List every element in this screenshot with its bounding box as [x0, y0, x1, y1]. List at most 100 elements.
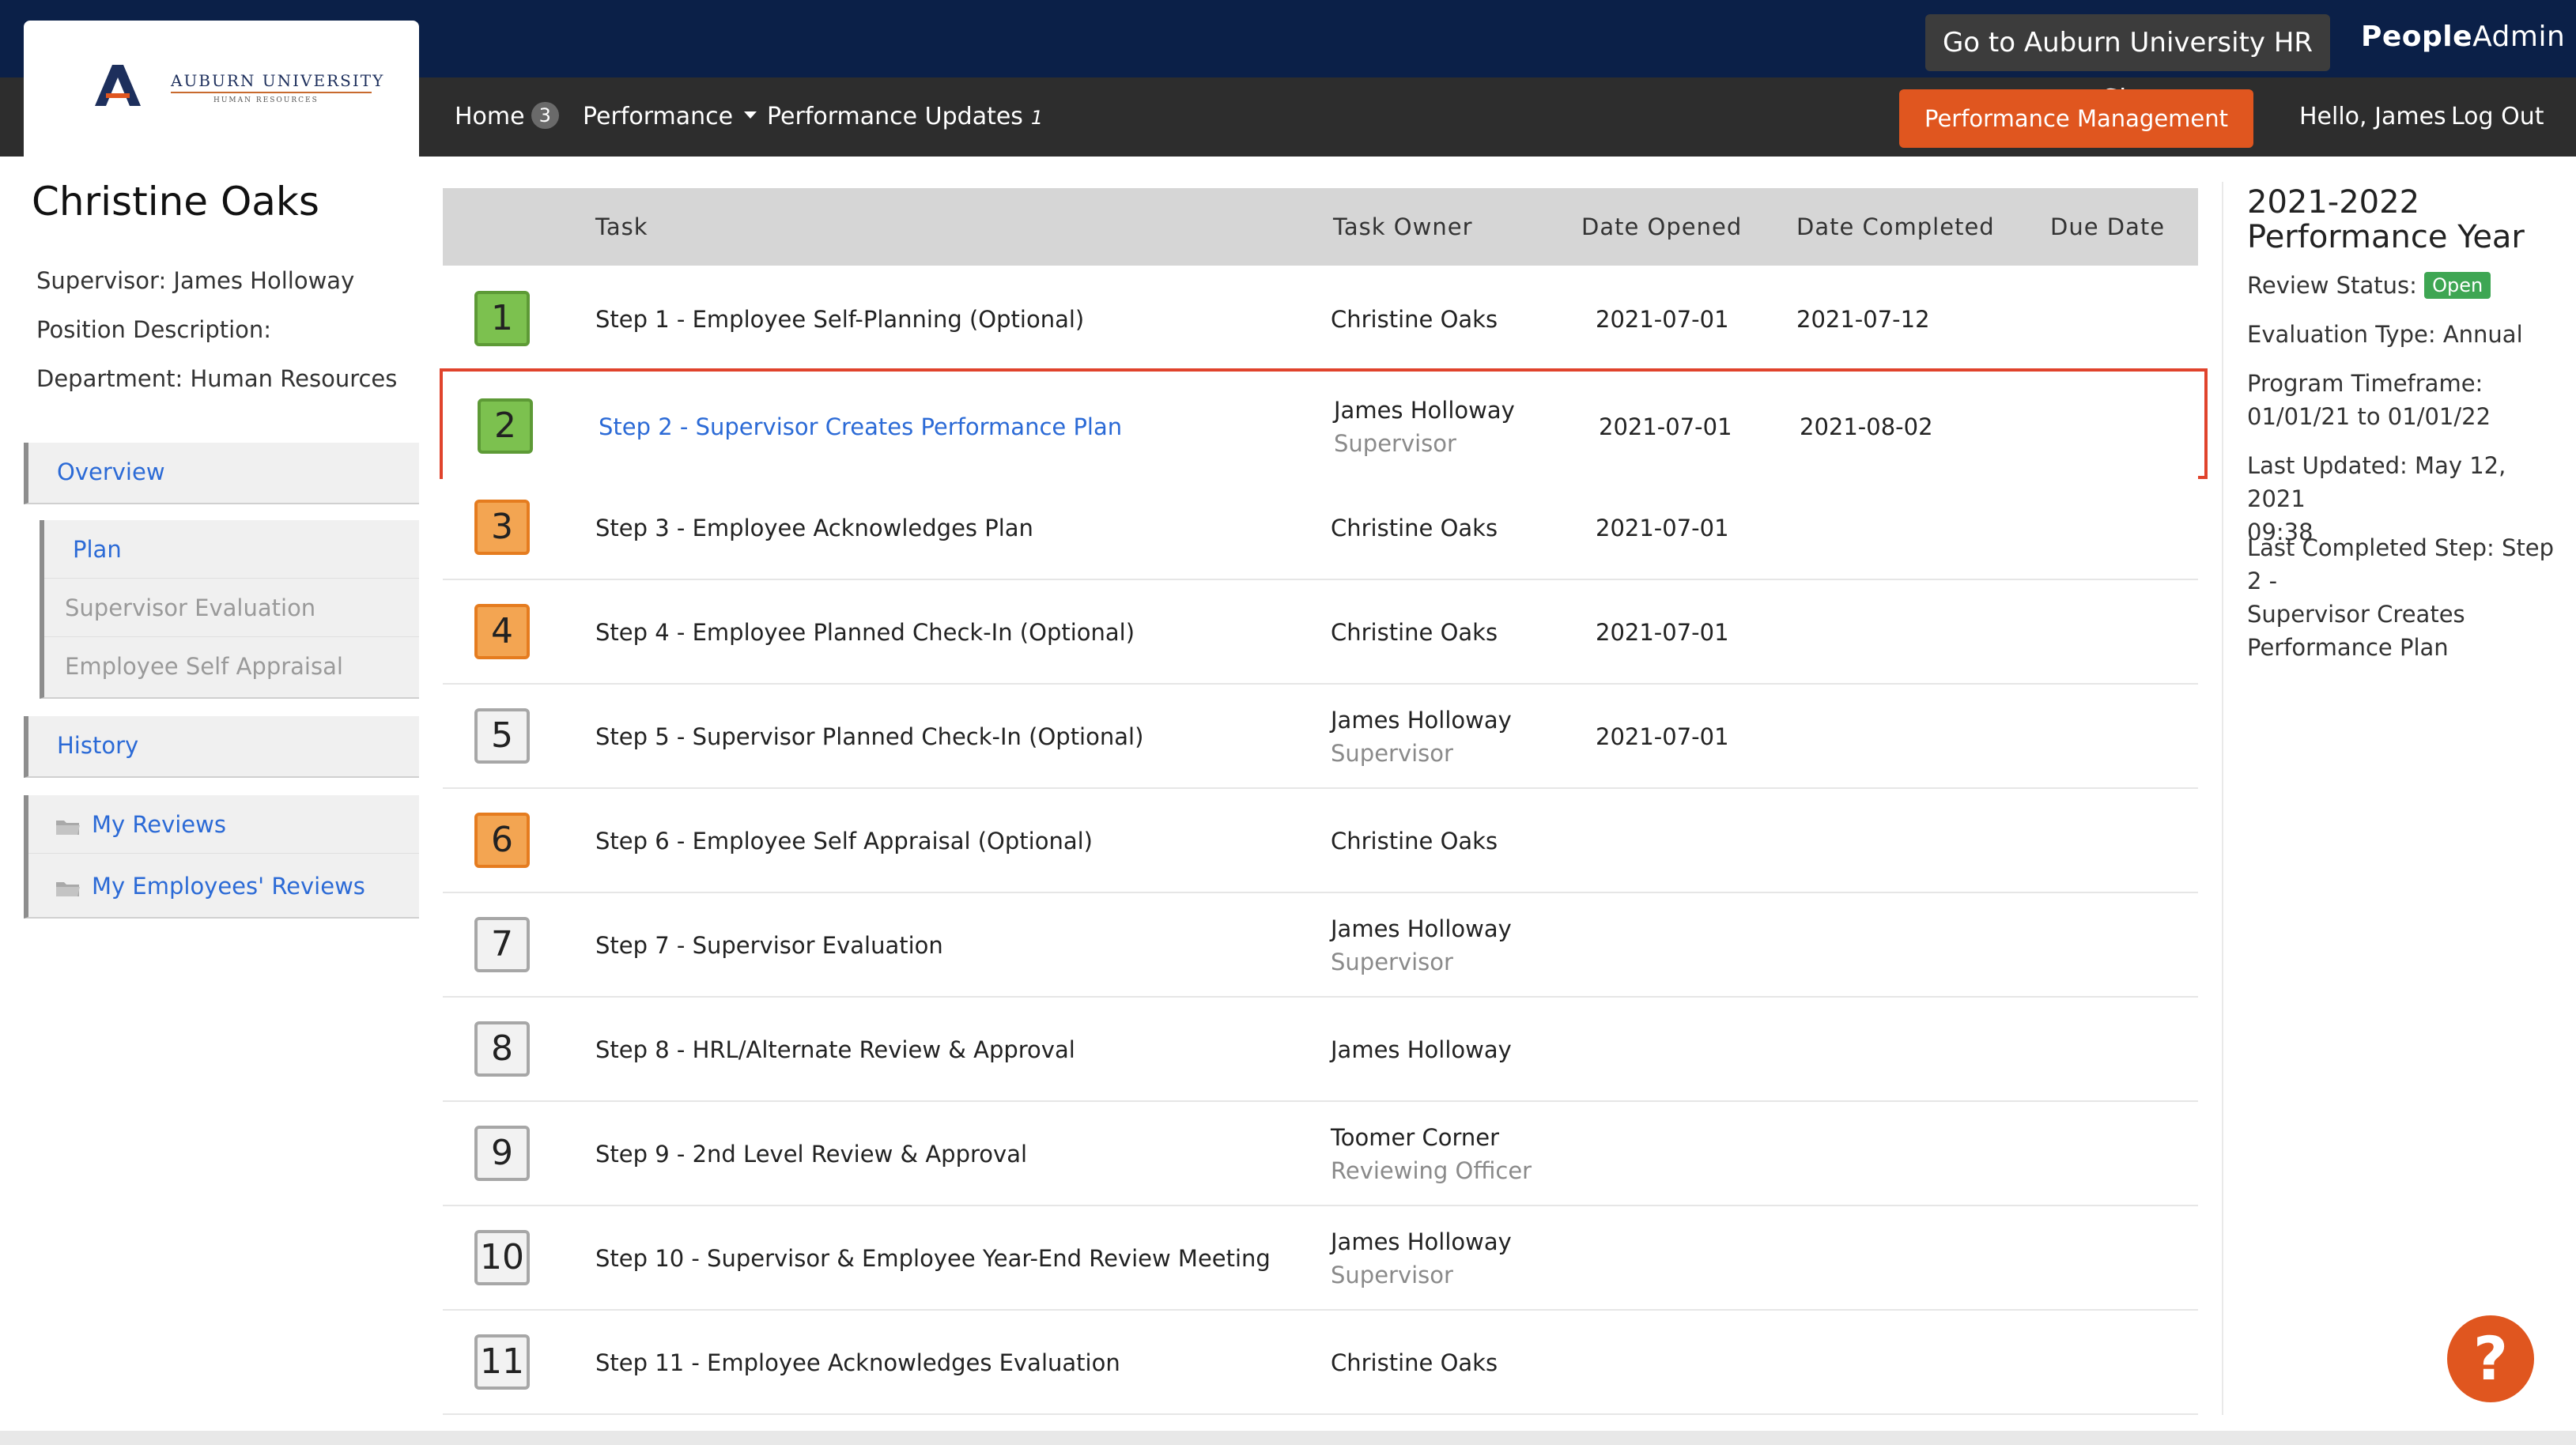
table-row: 7 Step 7 - Supervisor Evaluation James Hol…	[443, 893, 2198, 998]
owner-name: Christine Oaks	[1331, 515, 1498, 541]
chevron-down-icon	[744, 111, 757, 119]
header-date-opened: Date Opened	[1581, 213, 1743, 240]
my-reviews-label: My Reviews	[92, 811, 226, 838]
table-row: 1 Step 1 - Employee Self-Planning (Option…	[443, 267, 2198, 372]
sidebar-item-my-employees-reviews[interactable]: My Employees' Reviews	[28, 857, 419, 915]
step-number-badge: 9	[474, 1126, 530, 1181]
task-owner: James Holloway	[1331, 998, 1584, 1102]
owner-name: Toomer Corner	[1331, 1124, 1500, 1151]
table-row: 4 Step 4 - Employee Planned Check-In (Opt…	[443, 580, 2198, 685]
title-year: 2021-2022	[2247, 184, 2420, 221]
owner-role: Supervisor	[1334, 430, 1456, 457]
summary-divider	[2222, 182, 2223, 1415]
table-row: 8 Step 8 - HRL/Alternate Review & Approva…	[443, 998, 2198, 1102]
header-task-owner: Task Owner	[1333, 213, 1473, 240]
updates-count: 1	[1030, 107, 1044, 129]
user-greeting: Hello, James	[2299, 103, 2446, 130]
step-number-badge: 1	[474, 291, 530, 346]
last-updated-date: Last Updated: May 12, 2021	[2247, 452, 2506, 512]
sidebar-item-my-reviews[interactable]: My Reviews	[28, 795, 419, 854]
date-opened: 2021-07-01	[1596, 306, 1729, 333]
sidebar-history-group: History	[24, 716, 419, 778]
nav-performance-updates[interactable]: Performance Updates 1	[767, 77, 1043, 157]
task-owner: James Holloway Supervisor	[1331, 685, 1584, 789]
home-count-badge: 3	[531, 101, 559, 129]
review-status: Review Status: Open	[2247, 269, 2571, 302]
performance-help-button[interactable]: Performance Management Help	[1899, 89, 2253, 191]
sidebar-overview-group: Overview	[24, 443, 419, 504]
step-number-badge: 4	[474, 604, 530, 659]
sidebar-reviews-group: My Reviews My Employees' Reviews	[24, 795, 419, 919]
sidebar-plan-group: Plan Supervisor Evaluation Employee Self…	[40, 520, 419, 699]
task-owner: Christine Oaks	[1331, 267, 1584, 372]
overview-label: Overview	[57, 458, 165, 485]
date-opened: 2021-07-01	[1596, 723, 1729, 750]
sidebar-item-plan[interactable]: Plan	[44, 520, 419, 579]
folder-icon	[56, 881, 80, 896]
task-owner: Christine Oaks	[1331, 1311, 1584, 1415]
brand-rest: Admin	[2472, 21, 2566, 53]
employee-name: Christine Oaks	[32, 179, 319, 224]
folder-icon	[56, 820, 80, 835]
program-timeframe: Program Timeframe: 01/01/21 to 01/01/22	[2247, 367, 2571, 433]
logo-card[interactable]: AUBURN UNIVERSITY HUMAN RESOURCES	[24, 21, 419, 157]
owner-name: James Holloway	[1331, 915, 1512, 942]
header-date-completed: Date Completed	[1796, 213, 1995, 240]
owner-name: James Holloway	[1331, 707, 1512, 734]
sidebar-item-supervisor-evaluation: Supervisor Evaluation	[44, 579, 419, 637]
owner-role: Supervisor	[1331, 949, 1453, 975]
owner-name: James Holloway	[1331, 1036, 1512, 1063]
self-appraisal-label: Employee Self Appraisal	[65, 653, 343, 680]
owner-name: Christine Oaks	[1331, 1349, 1498, 1376]
table-row[interactable]: 2 Step 2 - Supervisor Creates Performance…	[440, 368, 2208, 479]
table-row: 10 Step 10 - Supervisor & Employee Year-E…	[443, 1206, 2198, 1311]
nav-performance[interactable]: Performance	[583, 77, 757, 157]
table-row: 6 Step 6 - Employee Self Appraisal (Optio…	[443, 789, 2198, 893]
history-label: History	[57, 732, 139, 759]
table-row: 11 Step 11 - Employee Acknowledges Evalua…	[443, 1311, 2198, 1415]
timeframe-label: Program Timeframe:	[2247, 370, 2483, 397]
nav-performance-label: Performance	[583, 103, 734, 130]
task-name: Step 6 - Employee Self Appraisal (Option…	[595, 828, 1093, 855]
task-name: Step 9 - 2nd Level Review & Approval	[595, 1141, 1028, 1168]
owner-role: Supervisor	[1331, 740, 1453, 767]
step-number-badge: 6	[474, 813, 530, 868]
sidebar-item-history[interactable]: History	[28, 716, 419, 775]
sidebar-item-overview[interactable]: Overview	[28, 443, 419, 501]
date-opened: 2021-07-01	[1596, 619, 1729, 646]
task-table-header: Task Task Owner Date Opened Date Complet…	[443, 188, 2198, 266]
task-owner: Christine Oaks	[1331, 580, 1584, 685]
owner-name: James Holloway	[1334, 397, 1515, 424]
task-name: Step 4 - Employee Planned Check-In (Opti…	[595, 619, 1135, 646]
step-number-badge: 8	[474, 1021, 530, 1077]
step-number-badge: 5	[474, 708, 530, 764]
task-owner: Christine Oaks	[1331, 789, 1584, 893]
table-row: 5 Step 5 - Supervisor Planned Check-In (O…	[443, 685, 2198, 789]
step-number-badge: 10	[474, 1230, 530, 1285]
task-name: Step 1 - Employee Self-Planning (Optiona…	[595, 306, 1085, 333]
task-name: Step 7 - Supervisor Evaluation	[595, 932, 943, 959]
task-name: Step 3 - Employee Acknowledges Plan	[595, 515, 1033, 541]
hr-site-button[interactable]: Go to Auburn University HR Site	[1925, 14, 2330, 115]
task-name[interactable]: Step 2 - Supervisor Creates Performance …	[599, 375, 1122, 479]
bottom-scrollbar-strip	[0, 1431, 2576, 1445]
plan-label: Plan	[73, 536, 122, 563]
owner-name: James Holloway	[1331, 1228, 1512, 1255]
supervisor-evaluation-label: Supervisor Evaluation	[65, 594, 316, 621]
logo-divider	[171, 92, 372, 93]
logout-link[interactable]: Log Out	[2451, 77, 2544, 157]
task-owner: James Holloway Supervisor	[1331, 893, 1584, 998]
task-owner: James Holloway Supervisor	[1331, 1206, 1584, 1311]
nav-home[interactable]: Home 3	[455, 77, 559, 157]
step-number-badge: 11	[474, 1334, 530, 1390]
step-number-badge: 7	[474, 917, 530, 972]
owner-role: Reviewing Officer	[1331, 1157, 1532, 1184]
table-row: 3 Step 3 - Employee Acknowledges Plan Chri…	[443, 476, 2198, 580]
help-question-icon[interactable]: ?	[2447, 1315, 2534, 1402]
date-opened: 2021-07-01	[1596, 515, 1729, 541]
status-badge: Open	[2424, 272, 2491, 299]
task-owner: Christine Oaks	[1331, 476, 1584, 580]
owner-name: Christine Oaks	[1331, 828, 1498, 855]
performance-year-title: 2021-2022 Performance Year	[2247, 185, 2563, 255]
date-completed: 2021-08-02	[1800, 413, 1933, 440]
